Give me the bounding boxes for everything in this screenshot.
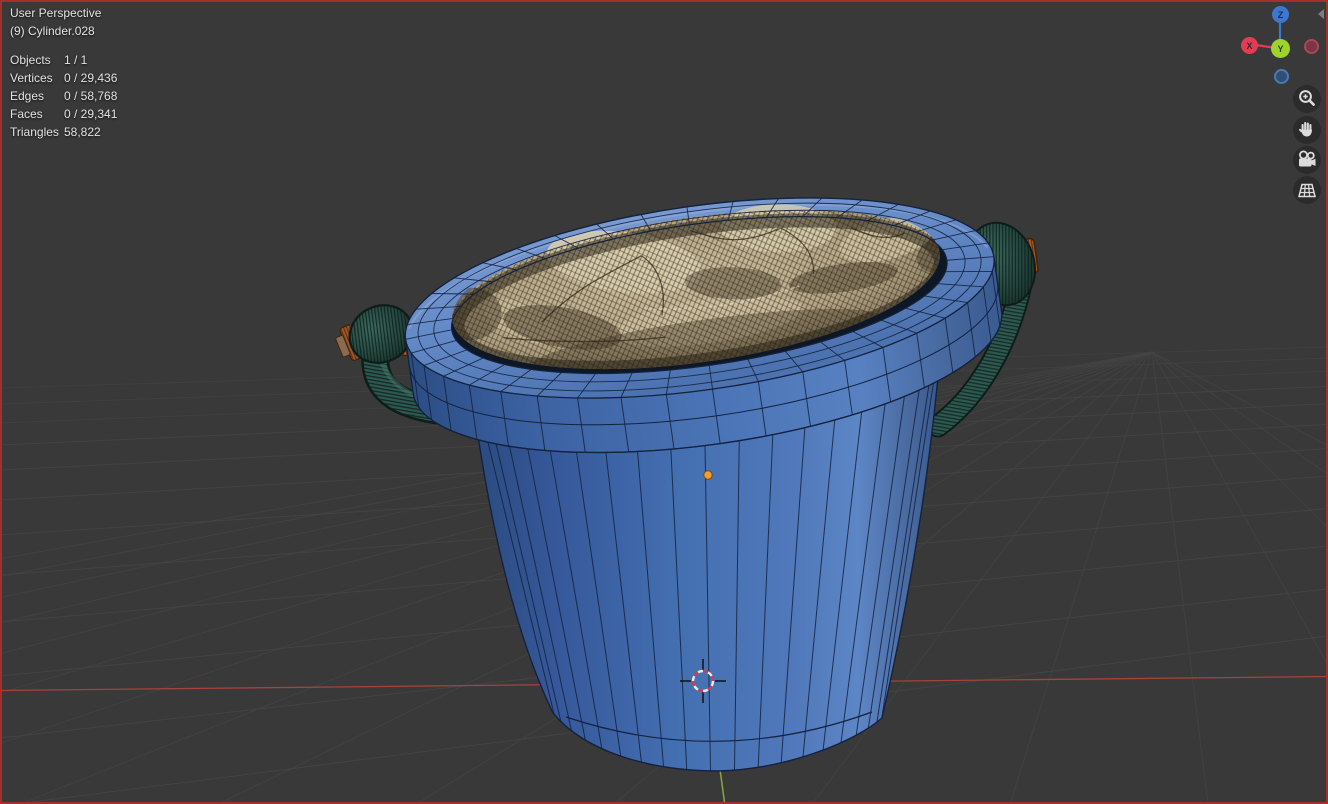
viewport-canvas[interactable] (0, 0, 1328, 804)
stat-faces: Faces 0 / 29,341 (10, 107, 118, 121)
gizmo-axis-x-negative[interactable] (1304, 39, 1319, 54)
toggle-projection-button[interactable] (1293, 176, 1321, 204)
gizmo-axis-x[interactable]: X (1241, 37, 1258, 54)
camera-view-button[interactable] (1293, 146, 1321, 174)
stat-edges: Edges 0 / 58,768 (10, 89, 118, 103)
gizmo-axis-z-negative[interactable] (1274, 69, 1289, 84)
view-mode-label: User Perspective (10, 6, 102, 20)
active-object-label: (9) Cylinder.028 (10, 24, 95, 38)
perspective-grid-icon (1298, 183, 1316, 198)
stat-objects: Objects 1 / 1 (10, 53, 88, 67)
gizmo-axis-z[interactable]: Z (1272, 6, 1289, 23)
stat-triangles: Triangles 58,822 (10, 125, 101, 139)
object-origin-dot (703, 470, 713, 480)
navigation-gizmo[interactable]: Z X Y (1232, 0, 1328, 92)
stat-vertices: Vertices 0 / 29,436 (10, 71, 118, 85)
hand-icon (1299, 121, 1312, 137)
collapse-panel-arrow-icon[interactable] (1318, 9, 1324, 19)
movie-camera-icon (1299, 150, 1316, 167)
zoom-button[interactable] (1293, 85, 1321, 113)
pan-button[interactable] (1293, 116, 1321, 144)
3d-viewport[interactable]: User Perspective (9) Cylinder.028 Object… (0, 0, 1328, 804)
viewport-stats-overlay: User Perspective (9) Cylinder.028 Object… (10, 4, 117, 141)
magnifier-plus-icon (1299, 90, 1315, 106)
bucket-object[interactable] (392, 162, 1014, 773)
gizmo-axis-y[interactable]: Y (1271, 39, 1290, 58)
